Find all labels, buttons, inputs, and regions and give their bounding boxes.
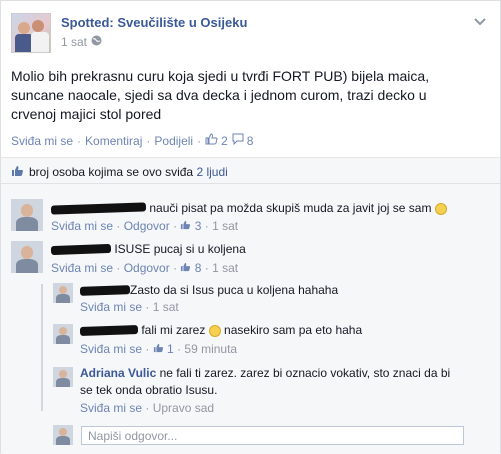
comment-text: ISUSE pucaj si u koljena	[50, 242, 246, 256]
share-button[interactable]: Podijeli	[154, 134, 193, 148]
comment-reply-button[interactable]: Odgovor	[124, 261, 170, 275]
likes-summary-bar: broj osoba kojima se ovo sviđa 2 ljudi	[1, 158, 500, 184]
comment-time[interactable]: 1 sat	[212, 219, 238, 233]
avatar	[53, 425, 73, 445]
comment-meta: Sviđa mi se · Odgovor · 8 · 1 sat	[51, 261, 239, 275]
comment-button[interactable]: Komentiraj	[85, 134, 142, 148]
comments-count[interactable]: 8	[247, 134, 254, 148]
post-time[interactable]: 1 sat	[61, 35, 87, 49]
avatar[interactable]	[53, 367, 73, 387]
reply-time[interactable]: Upravo sad	[153, 401, 214, 415]
post-card: Spotted: Sveučilište u Osijeku 1 sat Mol…	[0, 0, 501, 454]
redacted-name	[50, 244, 112, 256]
reply-like-button[interactable]: Sviđa mi se	[80, 300, 142, 314]
avatar[interactable]	[53, 324, 73, 344]
comment-like-button[interactable]: Sviđa mi se	[51, 219, 113, 233]
post-actions: Sviđa mi se · Komentiraj · Podijeli · 2 …	[11, 133, 254, 148]
reply-meta: Sviđa mi se · 1 sat	[80, 300, 179, 314]
reply-like-button[interactable]: Sviđa mi se	[80, 342, 142, 356]
reply-meta: Sviđa mi se · 1 · 59 minuta	[80, 342, 238, 356]
comment-meta: Sviđa mi se · Odgovor · 3 · 1 sat	[51, 219, 239, 233]
page-avatar[interactable]	[11, 13, 51, 53]
likes-summary-text: broj osoba kojima se ovo sviđa	[29, 165, 194, 179]
reply-likes-count[interactable]: 1	[167, 342, 174, 356]
thumbs-up-icon	[205, 133, 218, 148]
reply-author[interactable]: Adriana Vulic	[80, 366, 156, 380]
replies-thread-line	[41, 284, 43, 411]
thumbs-up-icon	[180, 219, 191, 233]
comment-icon	[232, 133, 244, 148]
reply-text: Zasto da si Isus puca u koljena hahaha	[79, 283, 338, 297]
thumbs-up-icon	[11, 165, 24, 180]
comments-section: nauči pisat pa možda skupiš muda za javi…	[1, 184, 500, 454]
globe-icon	[91, 35, 102, 49]
comment-time[interactable]: 1 sat	[212, 261, 238, 275]
likes-count[interactable]: 2	[221, 134, 228, 148]
likes-summary: broj osoba kojima se ovo sviđa 2 ljudi	[29, 165, 228, 179]
comment-likes-count[interactable]: 3	[195, 219, 202, 233]
comment-like-button[interactable]: Sviđa mi se	[51, 261, 113, 275]
comment-likes-count[interactable]: 8	[195, 261, 202, 275]
comment-reply-button[interactable]: Odgovor	[124, 219, 170, 233]
chevron-down-icon[interactable]	[474, 15, 486, 26]
redacted-name	[79, 325, 139, 337]
smiley-icon	[208, 324, 221, 337]
page-name[interactable]: Spotted: Sveučilište u Osijeku	[61, 15, 247, 30]
smiley-icon	[434, 202, 447, 215]
comment-text: nauči pisat pa možda skupiš muda za javi…	[50, 201, 447, 215]
thumbs-up-icon	[153, 342, 164, 356]
reply-meta: Sviđa mi se · Upravo sad	[80, 401, 215, 415]
redacted-name	[79, 285, 131, 297]
reply-like-button[interactable]: Sviđa mi se	[80, 401, 142, 415]
like-button[interactable]: Sviđa mi se	[11, 134, 73, 148]
avatar[interactable]	[11, 241, 43, 273]
reply-text: Adriana Vulic ne fali ti zarez. zarez bi…	[80, 366, 451, 380]
post-text: Molio bih prekrasnu curu koja sjedi u tv…	[11, 68, 430, 122]
reply-input[interactable]: Napiši odgovor...	[81, 426, 464, 445]
reply-text: fali mi zarez nasekiro sam pa eto haha	[79, 323, 362, 337]
likes-people-link[interactable]: 2 ljudi	[196, 165, 227, 179]
reply-text-line2: se tek onda obratio Isusu.	[80, 383, 218, 397]
avatar[interactable]	[53, 283, 73, 303]
reply-time[interactable]: 1 sat	[153, 300, 179, 314]
avatar[interactable]	[11, 199, 43, 231]
post-meta: 1 sat	[61, 35, 102, 49]
redacted-name	[50, 202, 147, 215]
thumbs-up-icon	[180, 261, 191, 275]
reply-time[interactable]: 59 minuta	[184, 342, 237, 356]
